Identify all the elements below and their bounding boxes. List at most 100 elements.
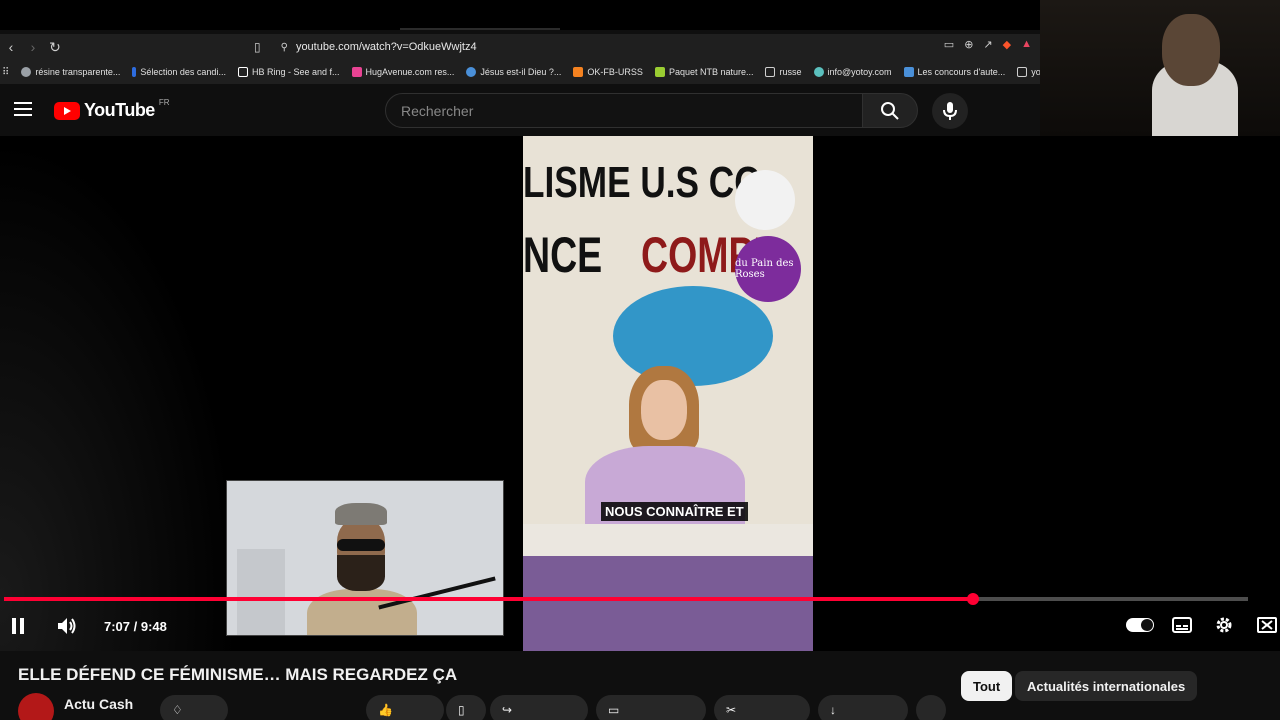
pause-button[interactable]: [12, 618, 26, 634]
bookmark-item[interactable]: résine transparente...: [21, 67, 120, 77]
volume-icon: [58, 618, 76, 634]
bookmark-item[interactable]: Sélection des candi...: [132, 67, 226, 77]
bookmarks-bar: ⠿ résine transparente... Sélection des c…: [0, 60, 1040, 84]
bookmark-favicon-icon: [132, 67, 137, 77]
bookmark-folder[interactable]: yo: [1017, 67, 1040, 77]
bookmark-label: HugAvenue.com res...: [365, 67, 455, 77]
scrubber-handle[interactable]: [967, 593, 979, 605]
site-info-icon[interactable]: ⚲: [281, 42, 288, 53]
background-shelf: [237, 549, 285, 635]
webcam-overlay: [1040, 0, 1280, 136]
gear-icon: [1216, 617, 1232, 633]
bookmark-favicon-icon: [903, 67, 914, 77]
bookmark-item[interactable]: HB Ring - See and f...: [237, 67, 340, 77]
badge-text: du Pain des Roses: [735, 258, 794, 280]
bookmark-favicon-icon: [813, 67, 824, 77]
organization-logo-badge: du Pain des Roses: [735, 236, 801, 302]
search-input[interactable]: [401, 102, 862, 119]
bookmark-label: info@yotoy.com: [827, 67, 892, 77]
pause-icon-bar: [20, 618, 24, 634]
chip-international-news[interactable]: Actualités internationales: [1015, 671, 1198, 701]
bookmark-label: Les concours d'aute...: [917, 67, 1006, 77]
youtube-header: YouTube FR: [0, 84, 1040, 136]
save-button[interactable]: ▭: [596, 695, 706, 720]
like-button[interactable]: 👍: [366, 695, 444, 720]
bookmark-favicon-icon: [654, 67, 665, 77]
microphone-icon: [943, 102, 957, 120]
commentator-inset: [226, 480, 504, 636]
bookmark-label: Paquet NTB nature...: [668, 67, 754, 77]
purple-tablecloth: [523, 556, 813, 651]
settings-button[interactable]: [1212, 614, 1236, 636]
bookmark-item[interactable]: info@yotoy.com: [813, 67, 892, 77]
bookmark-label: Jésus est-il Dieu ?...: [480, 67, 562, 77]
rewards-icon[interactable]: ▲: [1021, 38, 1032, 51]
country-code: FR: [158, 98, 170, 107]
clip-button[interactable]: ✂: [714, 695, 810, 720]
bookmark-item[interactable]: OK-FB-URSS: [573, 67, 643, 77]
video-player[interactable]: LISME U.S CO NCE COMPL du Pain des Roses…: [0, 136, 1280, 651]
bookmark-favicon-icon: [351, 67, 362, 77]
share-button[interactable]: ↪: [490, 695, 588, 720]
banner-text-line-1: LISME U.S CO: [523, 158, 762, 207]
channel-name[interactable]: Actu Cash: [64, 696, 133, 712]
bookmark-favicon-icon: [573, 67, 584, 77]
video-title: ELLE DÉFEND CE FÉMINISME… MAIS REGARDEZ …: [18, 665, 458, 684]
subtitles-button[interactable]: [1170, 614, 1194, 636]
speaker-face: [641, 380, 687, 440]
bookmark-item[interactable]: HugAvenue.com res...: [351, 67, 455, 77]
thumbs-down-icon: ▯: [458, 703, 465, 717]
download-icon: ↓: [830, 703, 836, 717]
reload-icon[interactable]: ↻: [44, 36, 66, 58]
search-box[interactable]: [385, 93, 863, 128]
bookmark-item[interactable]: Paquet NTB nature...: [654, 67, 754, 77]
save-playlist-icon: ▭: [608, 703, 620, 717]
commentator-beard: [337, 555, 385, 591]
pause-icon: [12, 618, 16, 634]
zoom-icon[interactable]: ⊕: [964, 38, 973, 51]
hamburger-menu-icon[interactable]: [14, 102, 32, 116]
progress-bar[interactable]: [4, 593, 1248, 605]
volume-button[interactable]: [56, 612, 78, 640]
bookmark-label: HB Ring - See and f...: [251, 67, 340, 77]
miniplayer-button[interactable]: [1255, 614, 1279, 636]
channel-avatar[interactable]: [18, 693, 54, 720]
dislike-button[interactable]: ▯: [446, 695, 486, 720]
share-icon[interactable]: ↗: [983, 38, 992, 51]
bookmark-label: OK-FB-URSS: [587, 67, 643, 77]
commentator-figure: [307, 503, 417, 635]
bookmark-item[interactable]: Jésus est-il Dieu ?...: [466, 67, 561, 77]
bookmark-label: yo: [1031, 67, 1040, 77]
miniplayer-icon: [1257, 617, 1277, 633]
browser-tab-strip: [0, 0, 1040, 30]
search-button[interactable]: [862, 93, 918, 128]
download-button[interactable]: ↓: [818, 695, 908, 720]
more-actions-button[interactable]: [916, 695, 946, 720]
burned-in-subtitle: NOUS CONNAÎTRE ET: [601, 502, 748, 521]
bookmark-label: résine transparente...: [35, 67, 121, 77]
speaker-sweater: [585, 446, 745, 536]
apps-grid-icon[interactable]: ⠿: [2, 67, 9, 78]
forward-icon[interactable]: ›: [22, 36, 44, 58]
back-icon[interactable]: ‹: [0, 36, 22, 58]
cast-icon[interactable]: ▭: [944, 38, 954, 51]
subtitles-icon: [1172, 617, 1192, 633]
video-vignette: [0, 136, 240, 651]
brave-shield-icon[interactable]: ◆: [1003, 38, 1011, 51]
youtube-logo[interactable]: YouTube FR: [54, 98, 170, 121]
url-field[interactable]: youtube.com/watch?v=OdkueWwjtz4: [296, 41, 477, 53]
bookmark-star-icon[interactable]: ▯: [254, 40, 261, 54]
notification-bell-button[interactable]: ♢: [160, 695, 228, 720]
webcam-person-head: [1162, 14, 1220, 86]
autoplay-toggle[interactable]: [1126, 618, 1154, 632]
commentator-cap: [335, 503, 387, 525]
bookmark-label: Sélection des candi...: [140, 67, 226, 77]
channel-watermark-logo: [735, 170, 795, 230]
scissors-icon: ✂: [726, 703, 737, 717]
thumbs-up-icon: 👍: [378, 703, 393, 717]
voice-search-button[interactable]: [932, 93, 968, 129]
bookmark-folder[interactable]: russe: [765, 67, 802, 77]
bookmark-item[interactable]: Les concours d'aute...: [903, 67, 1006, 77]
folder-icon: [765, 67, 776, 77]
chip-all[interactable]: Tout: [961, 671, 1013, 701]
